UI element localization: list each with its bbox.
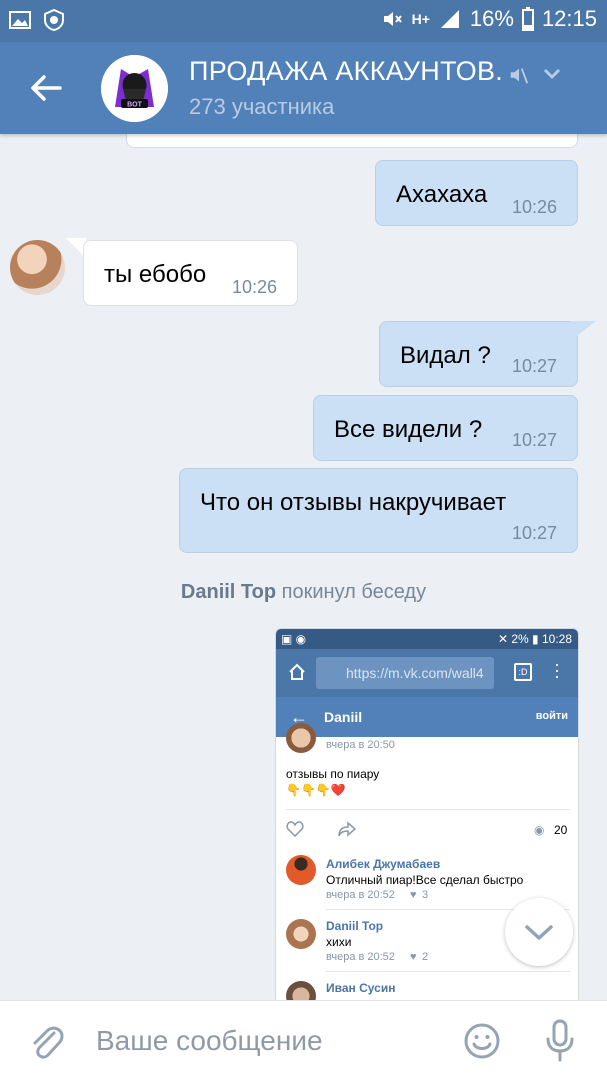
message-bubble-outgoing[interactable]: Ахахаха 10:26: [375, 160, 578, 226]
comment-time: вчера в 20:52: [326, 951, 395, 963]
shot-url-bar: https://m.vk.com/wall4 :D · · ·: [276, 649, 578, 697]
system-message-name[interactable]: Daniil Top: [181, 581, 276, 603]
home-icon: [289, 663, 305, 680]
image-icon: [9, 11, 31, 29]
comment-time: вчера в 20:52: [326, 889, 395, 901]
message-text: ты ебобо: [104, 261, 207, 288]
post-text: отзывы по пиару: [286, 767, 380, 781]
system-message-action: покинул беседу: [281, 581, 427, 603]
emoji-icon[interactable]: [463, 1022, 501, 1060]
comment-likes: 2: [422, 951, 429, 963]
network-type: H+: [411, 11, 430, 27]
message-text: Все видели ?: [334, 416, 483, 443]
message-text: Видал ?: [400, 342, 491, 369]
comment-text: хихи: [326, 935, 352, 949]
chevron-down-icon[interactable]: [542, 66, 562, 82]
post-time: вчера в 20:50: [326, 739, 395, 751]
post-avatar: [286, 723, 316, 753]
shot-nav-bar: ← Daniil войти: [276, 697, 578, 737]
shot-time: 10:28: [541, 632, 572, 646]
comment-avatar: [286, 855, 316, 885]
participants-count: 273 участника: [189, 94, 335, 119]
divider: [286, 809, 570, 810]
chat-area[interactable]: Ахахаха 10:26 ты ебобо 10:26 Видал ? 10:…: [0, 134, 607, 1000]
chat-header: BOT ПРОДАЖА АККАУНТОВ. 273 участника: [0, 42, 607, 134]
shot-nav-action: войти: [535, 710, 568, 722]
clock: 12:15: [541, 6, 597, 31]
views-icon: ◉: [534, 823, 545, 837]
signal-icon: [440, 10, 459, 28]
menu-dots-icon: · · ·: [554, 654, 560, 686]
comment-likes: 3: [422, 889, 429, 901]
image-icon: ▣ ◉: [281, 632, 307, 646]
tabs-icon: :D: [514, 663, 532, 681]
battery-icon: [521, 7, 534, 31]
bubble-tail: [570, 321, 596, 341]
message-bubble-outgoing[interactable]: Все видели ? 10:27: [313, 395, 578, 461]
attach-icon[interactable]: [28, 1021, 64, 1061]
vk-shield-icon: [44, 8, 64, 32]
message-time: 10:26: [512, 197, 558, 217]
comment-author: Daniil Top: [326, 919, 384, 933]
shot-battery: 2%: [511, 632, 529, 646]
chevron-down-icon: [525, 925, 553, 940]
comment-like-icon: ♥: [410, 951, 417, 963]
comment-avatar: [286, 919, 316, 949]
comment-like-icon: ♥: [410, 889, 417, 901]
status-bar: H+ 16% 12:15: [0, 0, 607, 42]
message-bubble-incoming[interactable]: ты ебобо 10:26: [83, 240, 298, 306]
shot-url-text: https://m.vk.com/wall4: [316, 657, 494, 689]
mute-icon: [383, 12, 402, 26]
comment-author: Алибек Джумабаев: [326, 857, 441, 871]
mute-icon: [510, 68, 529, 84]
shot-status-bar: ▣ ◉ ✕ 2% ▮ 10:28: [276, 629, 578, 649]
message-input-bar: [0, 1000, 607, 1080]
message-time: 10:27: [512, 356, 558, 376]
sender-avatar[interactable]: [10, 240, 65, 295]
message-bubble-outgoing[interactable]: Видал ? 10:27: [379, 321, 578, 387]
comment-author: Иван Сусин: [326, 981, 396, 995]
like-icon: [286, 821, 304, 837]
post-views: 20: [554, 823, 568, 837]
message-text: Что он отзывы накручивает: [200, 489, 507, 516]
system-message: Daniil Top покинул беседу: [0, 581, 607, 604]
shot-mute-icon: ✕: [497, 632, 508, 646]
message-input[interactable]: [96, 1023, 436, 1059]
group-avatar[interactable]: BOT: [101, 55, 168, 122]
comment-avatar: [286, 981, 316, 1000]
battery-percent: 16%: [469, 6, 514, 31]
microphone-icon[interactable]: [545, 1019, 575, 1063]
divider: [326, 971, 570, 972]
scroll-down-button[interactable]: [505, 898, 573, 966]
chat-title[interactable]: ПРОДАЖА АККАУНТОВ.: [189, 56, 503, 87]
message-text: Ахахаха: [396, 181, 488, 208]
message-bubble-outgoing[interactable]: Что он отзывы накручивает 10:27: [179, 468, 578, 553]
avatar-logo-text: BOT: [127, 102, 143, 109]
message-time: 10:27: [512, 523, 558, 543]
comment-text: Отличный пиар!Все сделал быстро: [326, 873, 524, 887]
back-arrow-icon[interactable]: [26, 70, 66, 106]
previous-message-edge: [126, 134, 578, 148]
message-time: 10:27: [512, 430, 558, 450]
share-icon: [338, 821, 356, 837]
post-emojis: 👇👇👇❤️: [286, 783, 346, 797]
shot-nav-title: Daniil: [324, 709, 363, 725]
message-time: 10:26: [232, 277, 278, 297]
